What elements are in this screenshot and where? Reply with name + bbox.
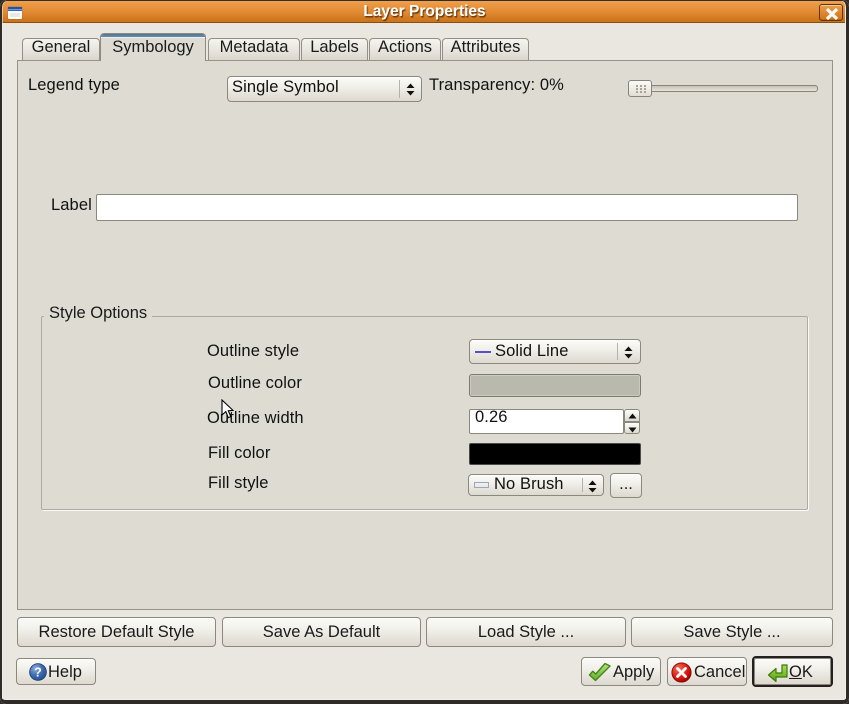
svg-text:?: ?: [34, 665, 42, 679]
